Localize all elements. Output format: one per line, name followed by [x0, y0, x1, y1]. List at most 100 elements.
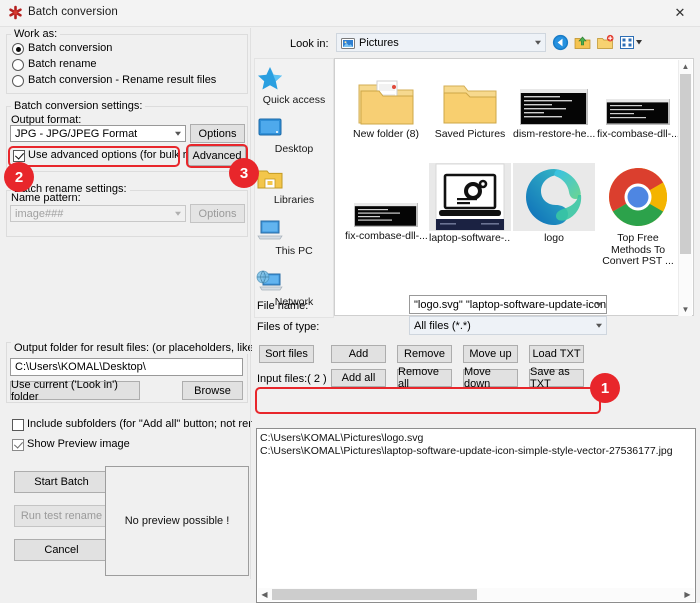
scroll-up-icon[interactable]: ▲	[679, 60, 692, 73]
terminal-screenshot-icon	[513, 65, 595, 127]
radio-batch-conversion-label[interactable]: Batch conversion	[28, 42, 112, 54]
remove-button[interactable]: Remove	[397, 345, 452, 363]
remove-all-button[interactable]: Remove all	[397, 366, 452, 390]
chevron-down-icon	[596, 323, 602, 328]
star-icon	[255, 65, 333, 93]
up-folder-icon[interactable]	[574, 34, 591, 51]
browse-button[interactable]: Browse	[182, 381, 243, 400]
file-item[interactable]: dism-restore-he...	[513, 65, 595, 141]
add-all-button[interactable]: Add all	[331, 369, 386, 387]
terminal-screenshot-icon	[597, 65, 679, 127]
views-icon[interactable]	[620, 34, 644, 51]
file-item-label: Top Free Methods To Convert PST ...	[602, 233, 674, 267]
files-of-type-label: Files of type:	[257, 321, 320, 333]
scroll-left-icon[interactable]: ◀	[258, 588, 271, 601]
cancel-button[interactable]: Cancel	[14, 539, 109, 561]
list-item[interactable]: C:\Users\KOMAL\Pictures\logo.svg	[260, 432, 423, 444]
add-button[interactable]: Add	[331, 345, 386, 363]
show-preview-image-checkbox[interactable]	[12, 439, 24, 451]
file-item[interactable]: fix-combase-dll-...	[345, 167, 427, 243]
place-quick-access[interactable]: Quick access	[255, 65, 333, 106]
file-item[interactable]: logo	[513, 163, 595, 245]
place-libraries[interactable]: Libraries	[255, 167, 333, 206]
place-desktop[interactable]: Desktop	[255, 116, 333, 155]
desktop-icon	[255, 116, 333, 142]
chrome-logo-icon	[597, 163, 679, 231]
files-of-type-combo[interactable]: All files (*.*)	[409, 316, 607, 335]
radio-batch-conversion[interactable]	[12, 43, 24, 55]
save-as-txt-button[interactable]: Save as TXT	[529, 366, 584, 390]
move-down-button[interactable]: Move down	[463, 366, 518, 390]
file-name-label: File name:	[257, 300, 309, 312]
input-files-label: Input files:( 2 )	[257, 373, 327, 385]
chevron-down-icon	[596, 302, 602, 307]
output-format-combo[interactable]: JPG - JPG/JPEG Format	[10, 125, 186, 142]
annotation-badge-1: 1	[590, 373, 620, 403]
output-folder-value: C:\Users\KOMAL\Desktop\	[15, 361, 146, 373]
move-up-button[interactable]: Move up	[463, 345, 518, 363]
sort-files-button[interactable]: Sort files	[259, 345, 314, 363]
file-item-label: fix-combase-dll-...	[345, 231, 427, 242]
load-txt-button[interactable]: Load TXT	[529, 345, 584, 363]
scrollbar-thumb[interactable]	[272, 589, 477, 600]
show-preview-image-label[interactable]: Show Preview image	[27, 438, 130, 450]
file-item-label: New folder (8)	[353, 129, 419, 140]
look-in-value: Pictures	[359, 36, 399, 49]
look-in-label: Look in:	[290, 38, 329, 50]
file-item-label: Saved Pictures	[434, 129, 506, 140]
look-in-combo[interactable]: Pictures	[336, 33, 546, 52]
run-test-rename-button[interactable]: Run test rename	[14, 505, 109, 527]
terminal-screenshot-icon	[345, 167, 427, 229]
output-folder-input[interactable]: C:\Users\KOMAL\Desktop\	[10, 358, 243, 376]
work-as-legend: Work as:	[11, 28, 61, 40]
input-files-hscrollbar[interactable]: ◀ ▶	[258, 588, 694, 601]
panel-divider	[250, 28, 251, 579]
list-item[interactable]: C:\Users\KOMAL\Pictures\laptop-software-…	[260, 445, 673, 457]
folder-icon	[429, 65, 511, 127]
radio-batch-conversion-rename-label[interactable]: Batch conversion - Rename result files	[28, 74, 216, 86]
name-pattern-combo[interactable]: image###	[10, 205, 186, 222]
file-name-combo[interactable]: "logo.svg" "laptop-software-update-icon-…	[409, 295, 607, 314]
scroll-down-icon[interactable]: ▼	[679, 303, 692, 316]
annotation-badge-3: 3	[229, 158, 259, 188]
file-item-label: dism-restore-he...	[513, 129, 595, 140]
file-dialog: Look in: Pictures Quick access Desktop L…	[252, 28, 700, 603]
place-this-pc[interactable]: This PC	[255, 218, 333, 257]
name-pattern-options-button[interactable]: Options	[190, 204, 245, 223]
scrollbar-thumb[interactable]	[680, 74, 691, 254]
file-item[interactable]: New folder (8)	[345, 65, 427, 141]
radio-batch-conversion-rename[interactable]	[12, 75, 24, 87]
radio-batch-rename[interactable]	[12, 59, 24, 71]
laptop-gear-icon	[429, 163, 511, 231]
name-pattern-value: image###	[15, 207, 64, 220]
file-item[interactable]: fix-combase-dll-...	[597, 65, 679, 141]
file-list[interactable]: New folder (8) Saved Pictures dism-resto…	[334, 58, 694, 316]
annotation-badge-2: 2	[4, 162, 34, 192]
close-icon[interactable]: ✕	[660, 0, 700, 26]
conversion-settings-legend: Batch conversion settings:	[11, 100, 146, 112]
edge-logo-icon	[513, 163, 595, 231]
advanced-options-checkbox[interactable]	[13, 150, 25, 162]
folder-with-images-icon	[345, 65, 427, 127]
file-item[interactable]: Saved Pictures	[429, 65, 511, 141]
new-folder-icon[interactable]	[597, 34, 614, 51]
red-asterisk-icon	[8, 5, 23, 20]
preview-text: No preview possible !	[124, 515, 230, 527]
input-files-listbox[interactable]: C:\Users\KOMAL\Pictures\logo.svg C:\User…	[256, 428, 696, 603]
use-current-folder-button[interactable]: Use current ('Look in') folder	[10, 379, 140, 403]
file-item-label: logo	[544, 233, 564, 244]
window-title: Batch conversion	[28, 6, 118, 18]
chevron-down-icon	[175, 211, 181, 216]
radio-batch-rename-label[interactable]: Batch rename	[28, 58, 96, 70]
file-item[interactable]: laptop-software-...	[429, 163, 511, 245]
back-icon[interactable]	[552, 34, 569, 51]
include-subfolders-checkbox[interactable]	[12, 419, 24, 431]
network-icon	[255, 269, 333, 295]
output-format-options-button[interactable]: Options	[190, 124, 245, 143]
file-item[interactable]: Top Free Methods To Convert PST ...	[597, 163, 679, 268]
output-format-value: JPG - JPG/JPEG Format	[15, 127, 138, 140]
start-batch-button[interactable]: Start Batch	[14, 471, 109, 493]
file-item-label: laptop-software-...	[429, 233, 511, 244]
file-list-scrollbar[interactable]: ▲ ▼	[678, 60, 692, 316]
scroll-right-icon[interactable]: ▶	[681, 588, 694, 601]
